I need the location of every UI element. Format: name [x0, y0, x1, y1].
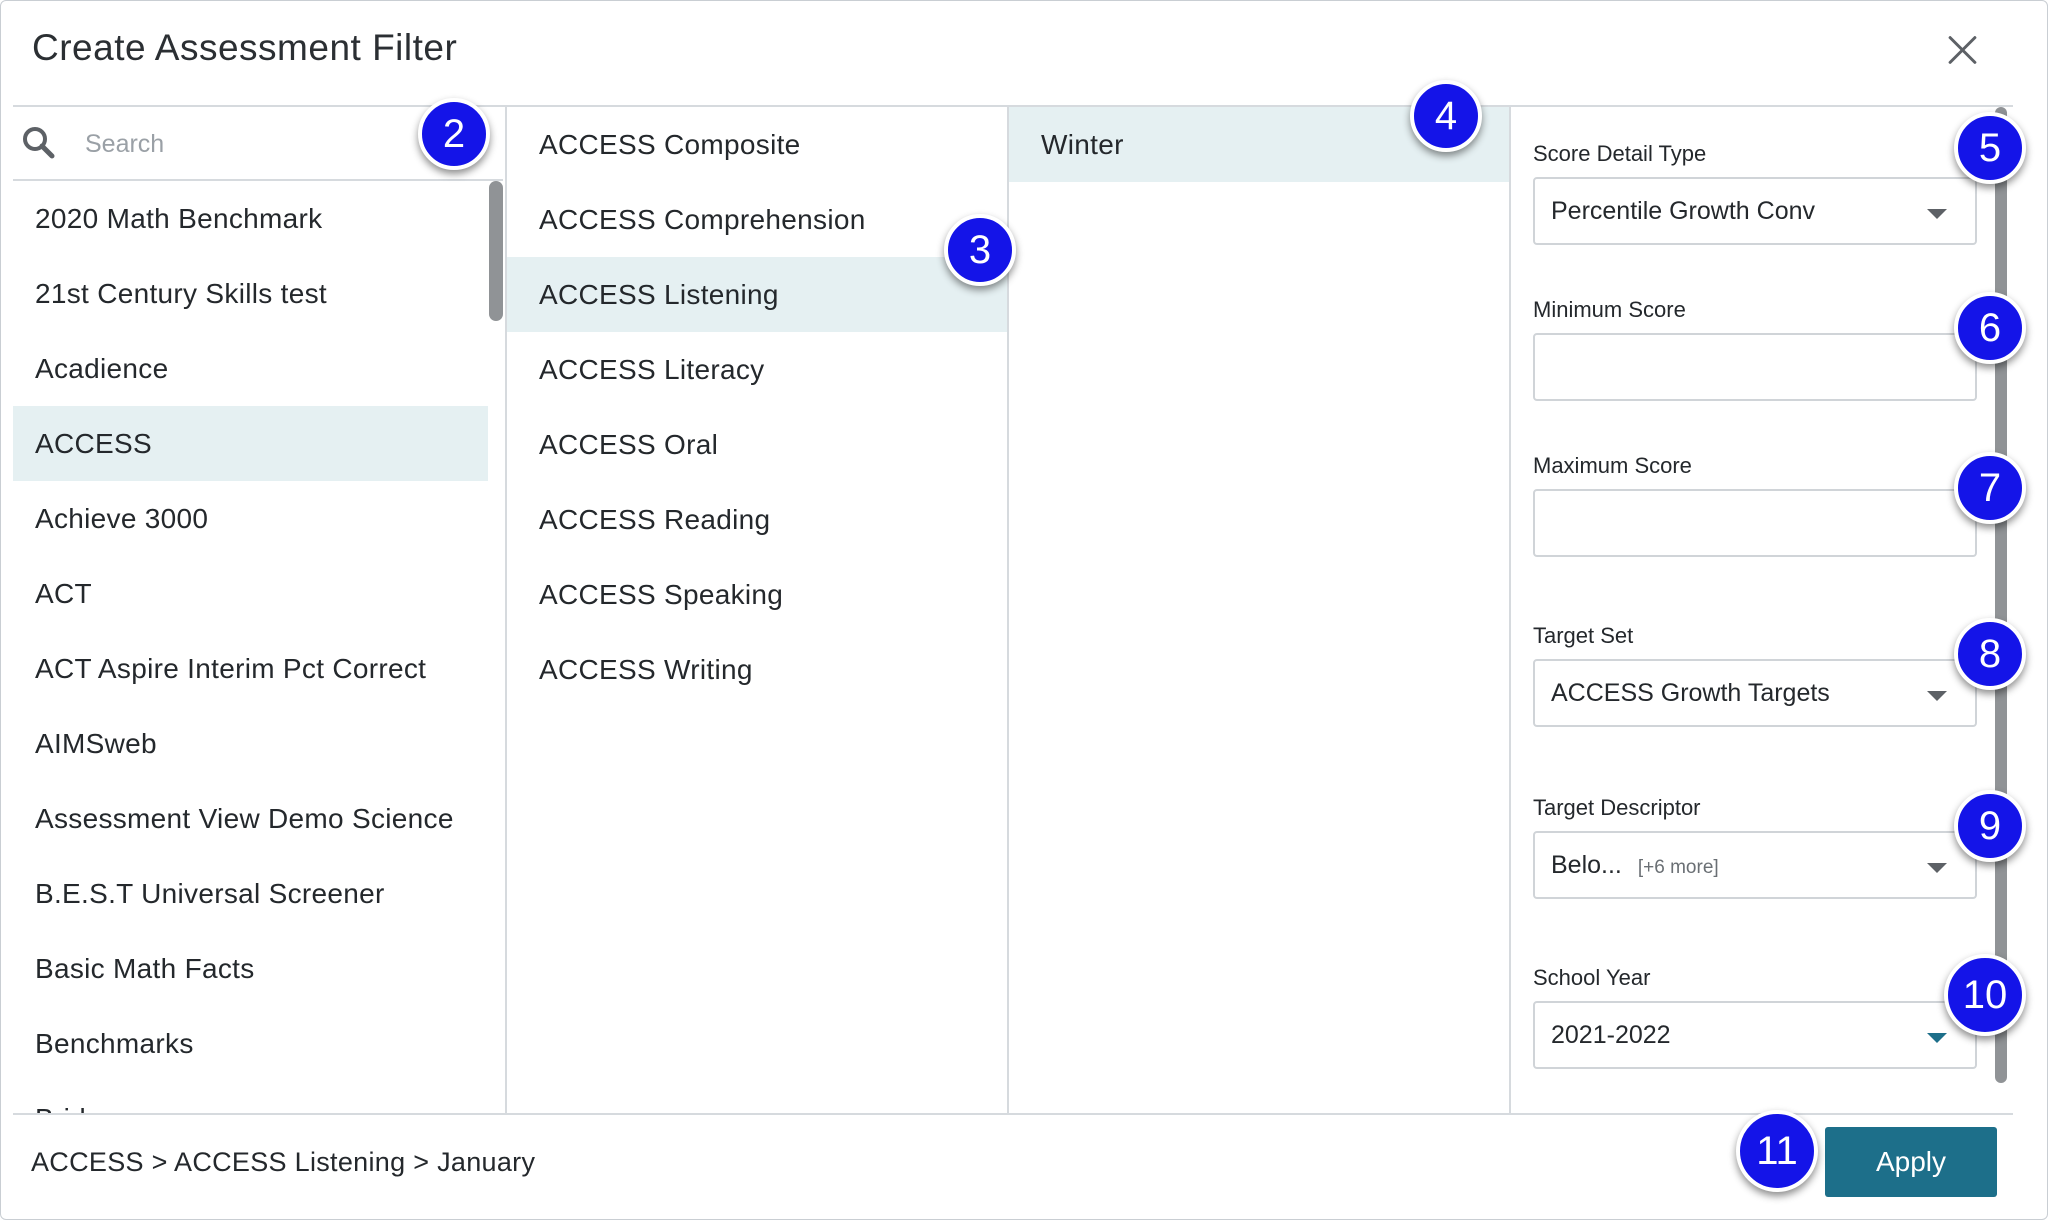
close-icon[interactable]: [1941, 29, 1985, 73]
callout-badge: 8: [1954, 618, 2026, 690]
callout-badge: 11: [1736, 1110, 1818, 1192]
assessment-column: 2020 Math Benchmark21st Century Skills t…: [13, 107, 503, 1113]
scrollbar-thumb[interactable]: [1995, 107, 2007, 1083]
chevron-down-icon: [1927, 863, 1947, 873]
assessment-item[interactable]: ACT Aspire Interim Pct Correct: [13, 631, 488, 706]
assessment-item[interactable]: 21st Century Skills test: [13, 256, 488, 331]
subtest-column: ACCESS Composite ACCESS Comprehension ACCE…: [505, 107, 1009, 1113]
score-detail-type-select[interactable]: Percentile Growth Conv: [1533, 177, 1977, 245]
callout-badge: 3: [944, 214, 1016, 286]
target-set-label: Target Set: [1533, 623, 1634, 648]
subtest-item[interactable]: ACCESS Speaking: [507, 557, 1009, 632]
assessment-list: 2020 Math Benchmark 21st Century Skills t…: [13, 181, 488, 1113]
target-descriptor-label: Target Descriptor: [1533, 795, 1701, 820]
divider: [13, 1113, 2013, 1115]
create-assessment-filter-dialog: Create Assessment Filter 2020 Math Bench…: [0, 0, 2048, 1220]
assessment-item[interactable]: Bridge: [13, 1081, 488, 1113]
subtest-item[interactable]: ACCESS Listening: [507, 257, 1009, 332]
callout-badge: 7: [1954, 452, 2026, 524]
assessment-item[interactable]: Acadience: [13, 331, 488, 406]
score-detail-type-label: Score Detail Type: [1533, 141, 1707, 166]
maximum-score-label: Maximum Score: [1533, 453, 1692, 478]
target-descriptor-value: Belo... [+6 more]: [1551, 851, 1719, 880]
school-year-label: School Year: [1533, 965, 1651, 990]
scrollbar-thumb[interactable]: [489, 181, 503, 321]
score-options-column: Score Detail Type Percentile Growth Conv…: [1509, 107, 2015, 1113]
callout-badge: 2: [418, 98, 490, 170]
chevron-down-icon: [1927, 1033, 1947, 1043]
assessment-scrollbar[interactable]: [487, 181, 503, 1113]
callout-badge: 5: [1954, 112, 2026, 184]
subtest-list: ACCESS Composite ACCESS Comprehension ACCE…: [507, 107, 1009, 707]
subtest-item[interactable]: ACCESS Oral: [507, 407, 1009, 482]
callout-badge: 10: [1944, 954, 2026, 1036]
assessment-item[interactable]: AIMSweb: [13, 706, 488, 781]
window-column: Winter: [1007, 107, 1511, 1113]
target-set-value: ACCESS Growth Targets: [1551, 679, 1830, 707]
minimum-score-label: Minimum Score: [1533, 297, 1686, 322]
target-set-select[interactable]: ACCESS Growth Targets: [1533, 659, 1977, 727]
subtest-item[interactable]: ACCESS Comprehension: [507, 182, 1009, 257]
subtest-item[interactable]: ACCESS Composite: [507, 107, 1009, 182]
subtest-item[interactable]: ACCESS Writing: [507, 632, 1009, 707]
dialog-title: Create Assessment Filter: [32, 27, 458, 68]
minimum-score-input[interactable]: [1533, 333, 1977, 401]
callout-badge: 4: [1410, 80, 1482, 152]
breadcrumb: ACCESS > ACCESS Listening > January: [31, 1147, 536, 1177]
school-year-value: 2021-2022: [1551, 1021, 1671, 1049]
maximum-score-input[interactable]: [1533, 489, 1977, 557]
target-descriptor-more: [+6 more]: [1637, 857, 1719, 878]
assessment-item[interactable]: Achieve 3000: [13, 481, 488, 556]
assessment-item[interactable]: 2020 Math Benchmark: [13, 181, 488, 256]
assessment-item[interactable]: ACT: [13, 556, 488, 631]
assessment-item[interactable]: B.E.S.T Universal Screener: [13, 856, 488, 931]
target-descriptor-selected: Belo...: [1551, 851, 1622, 879]
apply-button[interactable]: Apply: [1825, 1127, 1997, 1197]
target-descriptor-select[interactable]: Belo... [+6 more]: [1533, 831, 1977, 899]
assessment-item[interactable]: ACCESS: [13, 406, 488, 481]
score-detail-type-value: Percentile Growth Conv: [1551, 197, 1816, 225]
chevron-down-icon: [1927, 691, 1947, 701]
search-input[interactable]: [83, 121, 417, 167]
search-icon: [23, 127, 55, 159]
assessment-item[interactable]: Assessment View Demo Science: [13, 781, 488, 856]
chevron-down-icon: [1927, 209, 1947, 219]
callout-badge: 6: [1954, 292, 2026, 364]
subtest-item[interactable]: ACCESS Literacy: [507, 332, 1009, 407]
subtest-item[interactable]: ACCESS Reading: [507, 482, 1009, 557]
callout-badge: 9: [1954, 790, 2026, 862]
options-scrollbar[interactable]: [1995, 107, 2009, 1087]
assessment-item[interactable]: Basic Math Facts: [13, 931, 488, 1006]
school-year-select[interactable]: 2021-2022: [1533, 1001, 1977, 1069]
assessment-item[interactable]: Benchmarks: [13, 1006, 488, 1081]
